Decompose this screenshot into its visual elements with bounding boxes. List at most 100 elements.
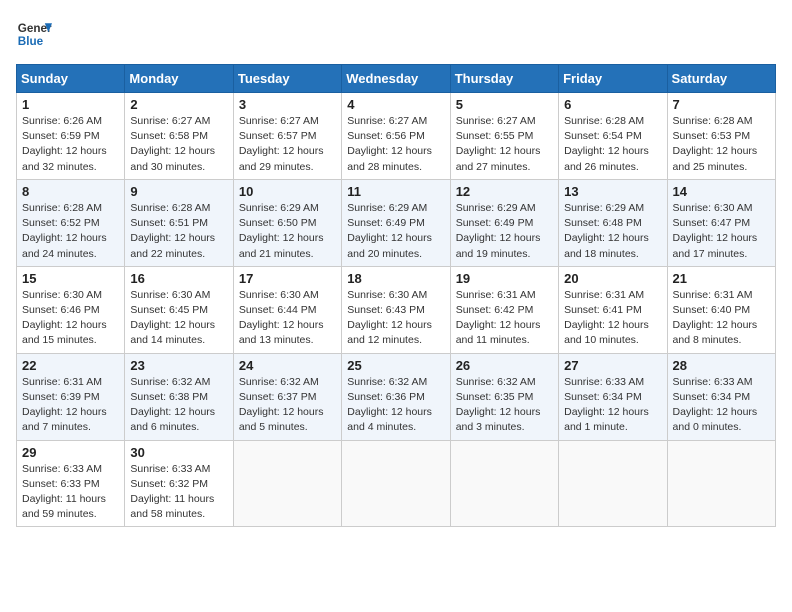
svg-text:Blue: Blue bbox=[18, 35, 44, 48]
day-number: 29 bbox=[22, 445, 119, 460]
calendar-cell: 4Sunrise: 6:27 AM Sunset: 6:56 PM Daylig… bbox=[342, 93, 450, 180]
calendar-cell bbox=[233, 440, 341, 527]
day-info: Sunrise: 6:32 AM Sunset: 6:35 PM Dayligh… bbox=[456, 375, 553, 436]
calendar-cell: 2 Sunrise: 6:27 AM Sunset: 6:58 PM Daylig… bbox=[125, 93, 233, 180]
day-number: 3 bbox=[239, 97, 336, 112]
calendar-cell: 15Sunrise: 6:30 AM Sunset: 6:46 PM Dayli… bbox=[17, 266, 125, 353]
day-info: Sunrise: 6:30 AM Sunset: 6:44 PM Dayligh… bbox=[239, 288, 336, 349]
day-info: Sunrise: 6:30 AM Sunset: 6:47 PM Dayligh… bbox=[673, 201, 770, 262]
day-number: 26 bbox=[456, 358, 553, 373]
day-info: Sunrise: 6:26 AM Sunset: 6:59 PM Dayligh… bbox=[22, 114, 119, 175]
calendar-cell: 27 Sunrise: 6:33 AM Sunset: 6:34 PM Dayli… bbox=[559, 353, 667, 440]
calendar-cell: 3 Sunrise: 6:27 AM Sunset: 6:57 PM Daylig… bbox=[233, 93, 341, 180]
day-info: Sunrise: 6:31 AM Sunset: 6:41 PM Dayligh… bbox=[564, 288, 661, 349]
day-info: Sunrise: 6:28 AM Sunset: 6:51 PM Dayligh… bbox=[130, 201, 227, 262]
calendar-cell: 30Sunrise: 6:33 AM Sunset: 6:32 PM Dayli… bbox=[125, 440, 233, 527]
day-number: 20 bbox=[564, 271, 661, 286]
day-number: 25 bbox=[347, 358, 444, 373]
calendar-cell: 19 Sunrise: 6:31 AM Sunset: 6:42 PM Dayli… bbox=[450, 266, 558, 353]
day-info: Sunrise: 6:32 AM Sunset: 6:37 PM Dayligh… bbox=[239, 375, 336, 436]
day-info: Sunrise: 6:30 AM Sunset: 6:43 PM Dayligh… bbox=[347, 288, 444, 349]
day-info: Sunrise: 6:30 AM Sunset: 6:45 PM Dayligh… bbox=[130, 288, 227, 349]
day-number: 16 bbox=[130, 271, 227, 286]
logo: General Blue bbox=[16, 16, 52, 52]
day-info: Sunrise: 6:27 AM Sunset: 6:58 PM Dayligh… bbox=[130, 114, 227, 175]
day-number: 6 bbox=[564, 97, 661, 112]
calendar-cell: 16 Sunrise: 6:30 AM Sunset: 6:45 PM Dayli… bbox=[125, 266, 233, 353]
day-number: 21 bbox=[673, 271, 770, 286]
day-info: Sunrise: 6:29 AM Sunset: 6:49 PM Dayligh… bbox=[347, 201, 444, 262]
calendar-cell bbox=[667, 440, 775, 527]
calendar-cell: 29 Sunrise: 6:33 AM Sunset: 6:33 PM Dayli… bbox=[17, 440, 125, 527]
weekday-header-sunday: Sunday bbox=[17, 65, 125, 93]
logo-icon: General Blue bbox=[16, 16, 52, 52]
calendar-cell: 10 Sunrise: 6:29 AM Sunset: 6:50 PM Dayli… bbox=[233, 179, 341, 266]
day-info: Sunrise: 6:30 AM Sunset: 6:46 PM Dayligh… bbox=[22, 288, 119, 349]
calendar-cell: 5 Sunrise: 6:27 AM Sunset: 6:55 PM Daylig… bbox=[450, 93, 558, 180]
day-info: Sunrise: 6:27 AM Sunset: 6:56 PM Dayligh… bbox=[347, 114, 444, 175]
calendar-cell: 14 Sunrise: 6:30 AM Sunset: 6:47 PM Dayli… bbox=[667, 179, 775, 266]
day-number: 5 bbox=[456, 97, 553, 112]
day-number: 1 bbox=[22, 97, 119, 112]
calendar-cell: 21 Sunrise: 6:31 AM Sunset: 6:40 PM Dayli… bbox=[667, 266, 775, 353]
day-number: 11 bbox=[347, 184, 444, 199]
calendar-cell: 26 Sunrise: 6:32 AM Sunset: 6:35 PM Dayli… bbox=[450, 353, 558, 440]
day-number: 18 bbox=[347, 271, 444, 286]
day-info: Sunrise: 6:28 AM Sunset: 6:54 PM Dayligh… bbox=[564, 114, 661, 175]
day-info: Sunrise: 6:28 AM Sunset: 6:53 PM Dayligh… bbox=[673, 114, 770, 175]
day-info: Sunrise: 6:31 AM Sunset: 6:42 PM Dayligh… bbox=[456, 288, 553, 349]
day-info: Sunrise: 6:32 AM Sunset: 6:38 PM Dayligh… bbox=[130, 375, 227, 436]
day-number: 19 bbox=[456, 271, 553, 286]
day-info: Sunrise: 6:27 AM Sunset: 6:57 PM Dayligh… bbox=[239, 114, 336, 175]
calendar-cell: 12Sunrise: 6:29 AM Sunset: 6:49 PM Dayli… bbox=[450, 179, 558, 266]
calendar-cell: 18 Sunrise: 6:30 AM Sunset: 6:43 PM Dayli… bbox=[342, 266, 450, 353]
calendar-cell: 28 Sunrise: 6:33 AM Sunset: 6:34 PM Dayli… bbox=[667, 353, 775, 440]
calendar-cell: 7 Sunrise: 6:28 AM Sunset: 6:53 PM Daylig… bbox=[667, 93, 775, 180]
day-number: 30 bbox=[130, 445, 227, 460]
calendar-cell: 11 Sunrise: 6:29 AM Sunset: 6:49 PM Dayli… bbox=[342, 179, 450, 266]
calendar-table: SundayMondayTuesdayWednesdayThursdayFrid… bbox=[16, 64, 776, 527]
weekday-header-thursday: Thursday bbox=[450, 65, 558, 93]
day-info: Sunrise: 6:29 AM Sunset: 6:48 PM Dayligh… bbox=[564, 201, 661, 262]
weekday-header-wednesday: Wednesday bbox=[342, 65, 450, 93]
day-number: 14 bbox=[673, 184, 770, 199]
day-info: Sunrise: 6:27 AM Sunset: 6:55 PM Dayligh… bbox=[456, 114, 553, 175]
calendar-cell: 9 Sunrise: 6:28 AM Sunset: 6:51 PM Daylig… bbox=[125, 179, 233, 266]
calendar-cell: 20 Sunrise: 6:31 AM Sunset: 6:41 PM Dayli… bbox=[559, 266, 667, 353]
calendar-cell bbox=[342, 440, 450, 527]
day-info: Sunrise: 6:31 AM Sunset: 6:40 PM Dayligh… bbox=[673, 288, 770, 349]
weekday-header-saturday: Saturday bbox=[667, 65, 775, 93]
day-info: Sunrise: 6:32 AM Sunset: 6:36 PM Dayligh… bbox=[347, 375, 444, 436]
day-info: Sunrise: 6:33 AM Sunset: 6:34 PM Dayligh… bbox=[673, 375, 770, 436]
calendar-cell bbox=[450, 440, 558, 527]
calendar-cell bbox=[559, 440, 667, 527]
weekday-header-friday: Friday bbox=[559, 65, 667, 93]
weekday-header-monday: Monday bbox=[125, 65, 233, 93]
day-number: 9 bbox=[130, 184, 227, 199]
page-header: General Blue bbox=[16, 16, 776, 52]
day-info: Sunrise: 6:31 AM Sunset: 6:39 PM Dayligh… bbox=[22, 375, 119, 436]
calendar-cell: 24 Sunrise: 6:32 AM Sunset: 6:37 PM Dayli… bbox=[233, 353, 341, 440]
calendar-cell: 6 Sunrise: 6:28 AM Sunset: 6:54 PM Daylig… bbox=[559, 93, 667, 180]
day-number: 28 bbox=[673, 358, 770, 373]
day-number: 24 bbox=[239, 358, 336, 373]
calendar-cell: 17Sunrise: 6:30 AM Sunset: 6:44 PM Dayli… bbox=[233, 266, 341, 353]
day-number: 8 bbox=[22, 184, 119, 199]
calendar-cell: 25 Sunrise: 6:32 AM Sunset: 6:36 PM Dayli… bbox=[342, 353, 450, 440]
weekday-header-tuesday: Tuesday bbox=[233, 65, 341, 93]
day-info: Sunrise: 6:33 AM Sunset: 6:34 PM Dayligh… bbox=[564, 375, 661, 436]
day-info: Sunrise: 6:29 AM Sunset: 6:50 PM Dayligh… bbox=[239, 201, 336, 262]
day-number: 12 bbox=[456, 184, 553, 199]
day-number: 13 bbox=[564, 184, 661, 199]
day-number: 27 bbox=[564, 358, 661, 373]
calendar-cell: 23 Sunrise: 6:32 AM Sunset: 6:38 PM Dayli… bbox=[125, 353, 233, 440]
day-number: 10 bbox=[239, 184, 336, 199]
day-info: Sunrise: 6:28 AM Sunset: 6:52 PM Dayligh… bbox=[22, 201, 119, 262]
calendar-cell: 8 Sunrise: 6:28 AM Sunset: 6:52 PM Daylig… bbox=[17, 179, 125, 266]
calendar-cell: 1 Sunrise: 6:26 AM Sunset: 6:59 PM Daylig… bbox=[17, 93, 125, 180]
day-info: Sunrise: 6:33 AM Sunset: 6:33 PM Dayligh… bbox=[22, 462, 119, 523]
day-number: 7 bbox=[673, 97, 770, 112]
calendar-cell: 22Sunrise: 6:31 AM Sunset: 6:39 PM Dayli… bbox=[17, 353, 125, 440]
day-number: 23 bbox=[130, 358, 227, 373]
day-number: 2 bbox=[130, 97, 227, 112]
